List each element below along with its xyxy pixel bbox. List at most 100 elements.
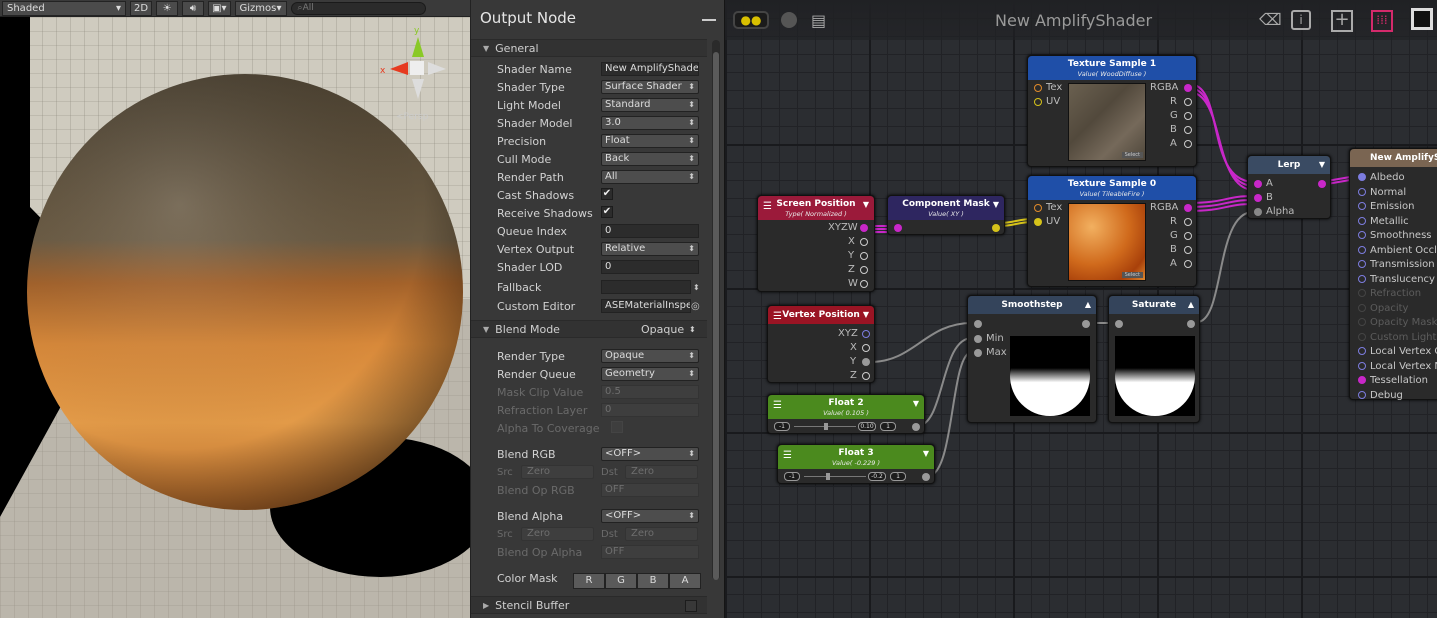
blend-mode-dropdown[interactable]: Opaque [641, 323, 684, 336]
blend-alpha-dropdown[interactable]: <OFF> [601, 509, 699, 523]
w-output-port[interactable] [860, 280, 868, 288]
queue-index-input[interactable]: 0 [601, 224, 699, 238]
color-mask-a-toggle[interactable]: A [669, 573, 701, 589]
input-port-icon[interactable] [1358, 173, 1366, 181]
float-min-input[interactable]: -1 [774, 422, 790, 431]
b-output-port[interactable] [1184, 246, 1192, 254]
master-port-local-vertex-offset[interactable]: Local Vertex Offset [1358, 345, 1437, 359]
y-output-port[interactable] [860, 252, 868, 260]
a-input-port[interactable] [1254, 180, 1262, 188]
shading-mode-dropdown[interactable]: Shaded ▾ [2, 0, 126, 16]
tex-input-port[interactable] [1034, 204, 1042, 212]
screen-position-node[interactable]: ☰ Screen Position Type( Normalized ) ▼ XYZW… [757, 195, 875, 292]
input-port-icon[interactable] [1358, 303, 1366, 312]
general-section-header[interactable]: ▼ General [471, 39, 707, 57]
g-output-port[interactable] [1184, 232, 1192, 240]
master-output-node[interactable]: New AmplifyShader Albedo Normal Emission Me… [1349, 148, 1437, 403]
collapse-arrow-icon[interactable]: ▲ [1188, 300, 1194, 310]
blend-rgb-dropdown[interactable]: <OFF> [601, 447, 699, 461]
float-2-node[interactable]: ☰ Float 2 Value( 0.105 ) ▼ -1 0.10 1 [767, 394, 925, 434]
input-port-icon[interactable] [1358, 245, 1366, 254]
r-output-port[interactable] [1184, 98, 1192, 106]
dropdown-arrow-icon[interactable]: ▼ [923, 449, 929, 459]
min-input-port[interactable] [974, 335, 982, 343]
shader-type-dropdown[interactable]: Surface Shader [601, 80, 699, 94]
tex-input-port[interactable] [1034, 84, 1042, 92]
shader-model-dropdown[interactable]: 3.0 [601, 116, 699, 130]
render-queue-dropdown[interactable]: Geometry [601, 367, 699, 381]
texture-sample-1-node[interactable]: Texture Sample 1 Value( WoodDiffuse ) Tex… [1027, 55, 1197, 167]
menu-icon[interactable]: ☰ [773, 401, 782, 411]
input-port-icon[interactable] [1358, 318, 1366, 326]
input-port-icon[interactable] [1358, 347, 1366, 355]
texture-sample-0-node[interactable]: Texture Sample 0 Value( TileableFire ) Te… [1027, 175, 1197, 287]
vertex-position-node[interactable]: ☰ Vertex Position ▼ XYZ X Y Z [767, 305, 875, 383]
input-port-icon[interactable] [1358, 216, 1366, 225]
smoothstep-output-port[interactable] [1082, 320, 1090, 328]
a-output-port[interactable] [1184, 260, 1192, 268]
select-texture-button[interactable]: Select [1121, 272, 1143, 278]
input-port-icon[interactable] [1358, 231, 1366, 239]
audio-toggle-icon[interactable]: 🔊︎ [182, 0, 205, 16]
scene-viewport[interactable]: x y [0, 17, 470, 618]
xyz-output-port[interactable] [862, 330, 870, 338]
xyzw-output-port[interactable] [860, 224, 868, 232]
dropdown-arrow-icon[interactable]: ▼ [1319, 160, 1325, 170]
float-output-port[interactable] [912, 423, 920, 431]
select-texture-button[interactable]: Select [1121, 152, 1143, 158]
shader-lod-input[interactable]: 0 [601, 260, 699, 274]
rgba-output-port[interactable] [1184, 204, 1192, 212]
master-port-transmission[interactable]: Transmission [1358, 258, 1435, 272]
master-port-emission[interactable]: Emission [1358, 200, 1415, 214]
input-port-icon[interactable] [1358, 361, 1366, 370]
saturate-output-port[interactable] [1187, 320, 1195, 328]
y-output-port[interactable] [862, 358, 870, 366]
input-port-icon[interactable] [1358, 260, 1366, 268]
uv-input-port[interactable] [1034, 218, 1042, 226]
float-value-input[interactable]: 0.10 [858, 422, 876, 431]
texture-preview[interactable]: Select [1068, 203, 1146, 281]
cull-mode-dropdown[interactable]: Back [601, 152, 699, 166]
object-picker-icon[interactable]: ◎ [691, 301, 700, 312]
color-mask-r-toggle[interactable]: R [573, 573, 605, 589]
float-max-input[interactable]: 1 [880, 422, 896, 431]
master-port-smoothness[interactable]: Smoothness [1358, 229, 1432, 243]
float-max-input[interactable]: 1 [890, 472, 906, 481]
max-input-port[interactable] [974, 349, 982, 357]
z-output-port[interactable] [860, 266, 868, 274]
master-port-debug[interactable]: Debug [1358, 389, 1403, 403]
effects-toggle-icon[interactable]: ▣▾ [208, 0, 231, 16]
scene-search-input[interactable]: ⌕ All [290, 1, 426, 15]
uv-input-port[interactable] [1034, 98, 1042, 106]
alpha-input-port[interactable] [1254, 208, 1262, 216]
master-port-refraction[interactable]: Refraction [1358, 287, 1421, 301]
b-input-port[interactable] [1254, 194, 1262, 202]
texture-preview[interactable]: Select [1068, 83, 1146, 161]
dropdown-arrow-icon[interactable]: ▼ [863, 200, 869, 210]
node-graph-canvas[interactable]: New AmplifyShader ●● ▤ ⌫ i + ⁞⁞⁞ Texture… [724, 0, 1437, 618]
master-port-metallic[interactable]: Metallic [1358, 215, 1409, 229]
perspective-label[interactable]: <Persp [396, 112, 428, 122]
rgba-output-port[interactable] [1184, 84, 1192, 92]
collapse-arrow-icon[interactable]: ▲ [1085, 300, 1091, 310]
scene-view[interactable]: Shaded ▾ 2D ☀ 🔊︎ ▣▾ Gizmos ▾ ⌕ All x y <… [0, 0, 470, 618]
r-output-port[interactable] [1184, 218, 1192, 226]
input-port-icon[interactable] [1358, 202, 1366, 210]
master-port-opacity[interactable]: Opacity [1358, 302, 1408, 316]
2d-toggle-button[interactable]: 2D [130, 0, 153, 16]
x-output-port[interactable] [860, 238, 868, 246]
saturate-node[interactable]: Saturate ▲ [1108, 295, 1200, 423]
dropdown-arrow-icon[interactable]: ▼ [863, 310, 869, 320]
cast-shadows-checkbox[interactable]: ✔ [601, 188, 613, 200]
stencil-buffer-section-header[interactable]: ▶ Stencil Buffer [471, 596, 707, 614]
value-input-port[interactable] [974, 320, 982, 328]
master-port-normal[interactable]: Normal [1358, 186, 1406, 200]
lighting-toggle-icon[interactable]: ☀ [156, 0, 179, 16]
precision-dropdown[interactable]: Float [601, 134, 699, 148]
inspector-scrollbar[interactable] [712, 40, 720, 580]
float-slider-handle[interactable] [826, 473, 830, 480]
float-value-input[interactable]: -0.2 [868, 472, 886, 481]
saturate-input-port[interactable] [1115, 320, 1123, 328]
minimize-icon[interactable] [702, 19, 716, 21]
fallback-stepper-icon[interactable]: ⬍ [693, 283, 700, 292]
